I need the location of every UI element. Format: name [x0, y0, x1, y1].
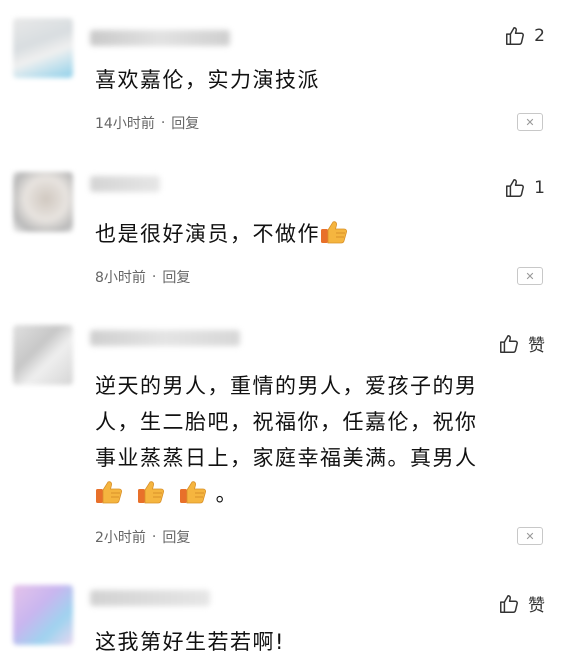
comment-emoji-line: 。	[95, 476, 545, 512]
comment-text: 也是很好演员，不做作	[95, 216, 545, 252]
like-count: 赞	[528, 336, 545, 356]
thumbs-up-emoji	[95, 479, 123, 505]
comment-text-line: 逆天的男人，重情的男人，爱孩子的男	[95, 374, 478, 398]
like-button[interactable]: 赞	[498, 591, 545, 616]
thumbs-up-emoji	[320, 219, 348, 245]
comment-text-body: 也是很好演员，不做作	[95, 222, 320, 246]
like-count: 2	[534, 26, 545, 46]
username-blurred[interactable]	[90, 176, 160, 192]
like-count: 1	[534, 178, 545, 198]
comment-time: 14小时前	[95, 116, 155, 132]
separator-dot: ·	[151, 529, 157, 545]
reply-button[interactable]: 回复	[171, 113, 199, 133]
thumbs-up-icon	[504, 25, 526, 47]
close-icon[interactable]: ✕	[517, 527, 543, 545]
comment-meta: 2小时前 · 回复	[95, 527, 190, 547]
comment-text-line: 事业蒸蒸日上，家庭幸福美满。真男人	[95, 446, 478, 470]
reply-button[interactable]: 回复	[162, 527, 190, 547]
comment-text-line: 人，生二胎吧，祝福你，任嘉伦，祝你	[95, 410, 478, 434]
separator-dot: ·	[151, 269, 157, 285]
avatar[interactable]	[13, 325, 73, 385]
like-button[interactable]: 2	[504, 25, 545, 47]
comment-text: 喜欢嘉伦，实力演技派	[95, 68, 320, 92]
avatar[interactable]	[13, 18, 73, 78]
like-count: 赞	[528, 596, 545, 616]
like-button[interactable]: 1	[504, 177, 545, 199]
thumbs-up-icon	[498, 333, 520, 355]
username-blurred[interactable]	[90, 590, 210, 606]
username-blurred[interactable]	[90, 30, 230, 46]
username-blurred[interactable]	[90, 330, 240, 346]
avatar[interactable]	[13, 172, 73, 232]
comment-time: 2小时前	[95, 530, 146, 546]
thumbs-up-icon	[498, 593, 520, 615]
thumbs-up-emoji	[137, 479, 165, 505]
reply-button[interactable]: 回复	[162, 267, 190, 287]
comment-text: 这我第好生若若啊!	[95, 630, 285, 654]
thumbs-up-emoji	[179, 479, 207, 505]
like-button[interactable]: 赞	[498, 331, 545, 356]
thumbs-up-icon	[504, 177, 526, 199]
comment-time: 8小时前	[95, 270, 146, 286]
separator-dot: ·	[160, 115, 166, 131]
comment-meta: 8小时前 · 回复	[95, 267, 190, 287]
comment-text-tail: 。	[215, 482, 239, 506]
comment-meta: 14小时前 · 回复	[95, 113, 199, 133]
close-icon[interactable]: ✕	[517, 267, 543, 285]
close-icon[interactable]: ✕	[517, 113, 543, 131]
comment-text: 逆天的男人，重情的男人，爱孩子的男 人，生二胎吧，祝福你，任嘉伦，祝你 事业蒸蒸…	[95, 368, 545, 512]
avatar[interactable]	[13, 585, 73, 645]
